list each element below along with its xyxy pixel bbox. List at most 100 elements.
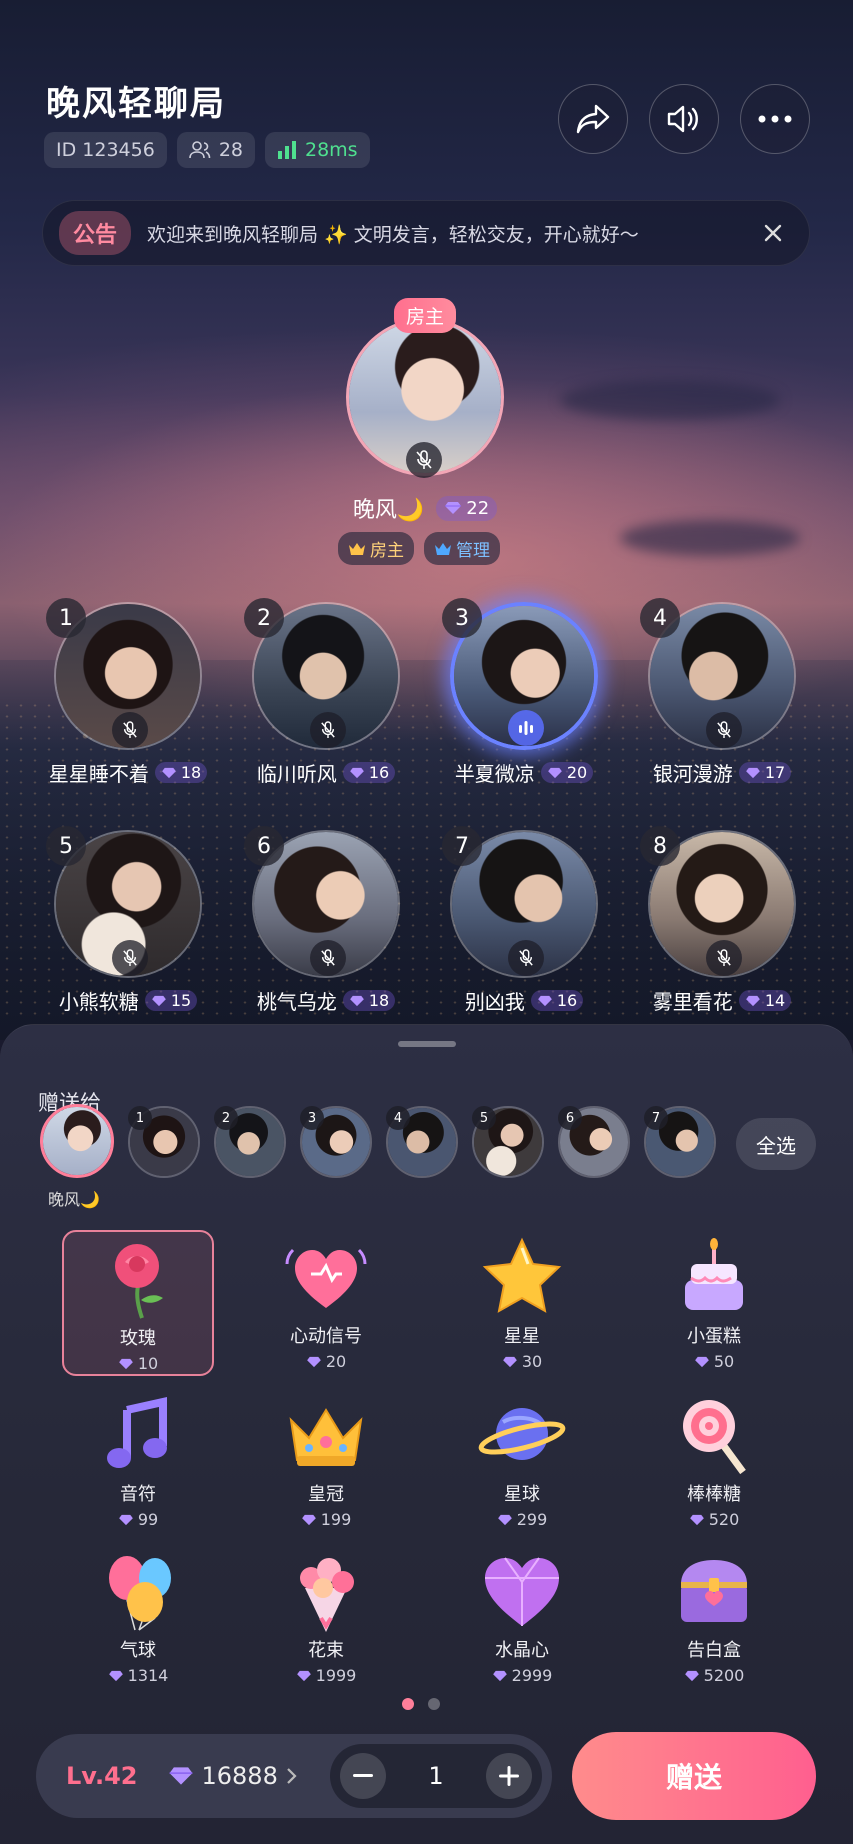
gift-confession-box[interactable]: 告白盒 5200 xyxy=(638,1544,790,1690)
gift-price: 1999 xyxy=(296,1666,356,1685)
gem-icon xyxy=(537,995,552,1006)
receiver-host-name: 晚风🌙 xyxy=(48,1190,100,1209)
more-button[interactable] xyxy=(740,84,810,154)
seat-number: 8 xyxy=(640,826,680,866)
gift-price: 299 xyxy=(497,1510,547,1529)
gift-crown[interactable]: 皇冠 199 xyxy=(250,1388,402,1534)
ping-value: 28ms xyxy=(305,139,358,161)
role-owner-label: 房主 xyxy=(370,541,404,561)
gem-icon xyxy=(306,1356,321,1367)
gem-icon xyxy=(151,995,166,1006)
sound-button[interactable] xyxy=(649,84,719,154)
seat-4[interactable]: 4 银河漫游 17 xyxy=(640,598,796,787)
gift-star[interactable]: 星星 30 xyxy=(446,1230,598,1376)
crown-icon xyxy=(349,542,365,555)
gift-price: 10 xyxy=(118,1354,158,1373)
seat-5[interactable]: 5 小熊软糖 15 xyxy=(46,826,202,1015)
host-gem-count: 22 xyxy=(436,495,498,521)
gift-price-value: 99 xyxy=(137,1510,159,1529)
crystal-heart-icon xyxy=(485,1557,559,1626)
decrement-button[interactable] xyxy=(340,1753,386,1799)
plus-icon xyxy=(499,1766,519,1786)
notice-close-button[interactable] xyxy=(753,213,793,253)
gem-icon xyxy=(502,1356,517,1367)
seat-gems: 18 xyxy=(180,763,202,782)
seat-name: 别凶我 xyxy=(464,990,525,1014)
gem-icon xyxy=(745,995,760,1006)
send-gift-button[interactable]: 赠送 xyxy=(572,1732,816,1820)
seat-8[interactable]: 8 雾里看花 14 xyxy=(640,826,796,1015)
gift-crystal-heart[interactable]: 水晶心 2999 xyxy=(446,1544,598,1690)
gift-name: 告白盒 xyxy=(687,1640,741,1661)
gift-price-value: 10 xyxy=(137,1354,159,1373)
gift-name: 皇冠 xyxy=(308,1484,344,1505)
gift-name: 星球 xyxy=(504,1484,540,1505)
seat-name: 半夏微凉 xyxy=(454,762,535,786)
chevron-right-icon xyxy=(287,1768,297,1784)
gem-icon xyxy=(694,1356,709,1367)
gift-price-value: 2999 xyxy=(511,1666,553,1685)
quantity-value: 1 xyxy=(428,1762,444,1790)
host-seat[interactable]: 房主 xyxy=(346,298,504,478)
planet-icon xyxy=(478,1408,566,1460)
gift-cake[interactable]: 小蛋糕 50 xyxy=(638,1230,790,1376)
gem-icon xyxy=(296,1670,311,1681)
seat-label: 桃气乌龙 18 xyxy=(252,986,400,1015)
balance-link[interactable]: 16888 xyxy=(168,1762,298,1790)
speaker-icon xyxy=(667,105,698,133)
gem-icon xyxy=(497,1514,512,1525)
page-dot-active[interactable] xyxy=(402,1698,414,1710)
gift-balloon[interactable]: 气球 1314 xyxy=(62,1544,214,1690)
gift-price: 5200 xyxy=(684,1666,744,1685)
seat-label: 半夏微凉 20 xyxy=(450,758,598,787)
sheet-drag-handle[interactable] xyxy=(398,1041,456,1047)
mic-active-icon xyxy=(508,710,544,746)
seat-3[interactable]: 3 半夏微凉 20 xyxy=(442,598,598,787)
gift-music-note[interactable]: 音符 99 xyxy=(62,1388,214,1534)
seat-6[interactable]: 6 桃气乌龙 18 xyxy=(244,826,400,1015)
seat-1[interactable]: 1 星星睡不着 18 xyxy=(46,598,208,787)
seat-number: 5 xyxy=(46,826,86,866)
role-admin-label: 管理 xyxy=(456,541,490,561)
seat-7[interactable]: 7 别凶我 16 xyxy=(442,826,598,1015)
share-button[interactable] xyxy=(558,84,628,154)
seat-name: 桃气乌龙 xyxy=(256,990,337,1014)
page-dot[interactable] xyxy=(428,1698,440,1710)
gift-page-indicator xyxy=(402,1698,440,1710)
host-badge: 房主 xyxy=(394,298,457,333)
gift-name: 玫瑰 xyxy=(120,1328,156,1349)
online-count-chip[interactable]: 28 xyxy=(176,132,255,168)
seat-label: 别凶我 16 xyxy=(450,986,598,1015)
gift-name: 音符 xyxy=(120,1484,156,1505)
seat-gems: 16 xyxy=(368,763,390,782)
mic-off-icon xyxy=(310,712,346,748)
increment-button[interactable] xyxy=(486,1753,532,1799)
cloud xyxy=(620,520,800,556)
gift-price: 20 xyxy=(306,1352,346,1371)
gift-rose[interactable]: 玫瑰 10 xyxy=(62,1230,214,1376)
gem-icon xyxy=(118,1358,133,1369)
gift-bouquet[interactable]: 花束 1999 xyxy=(250,1544,402,1690)
host-roles: 房主 管理 xyxy=(338,532,500,565)
gem-icon xyxy=(684,1670,699,1681)
gem-icon xyxy=(349,767,364,778)
receiver-number: 5 xyxy=(472,1106,496,1130)
cake-icon xyxy=(685,1238,743,1310)
select-all-button[interactable]: 全选 xyxy=(736,1118,816,1170)
host-name: 晚风🌙 xyxy=(352,498,425,523)
seat-gems: 17 xyxy=(764,763,786,782)
seat-gem-count: 16 xyxy=(342,762,396,783)
gift-heartbeat[interactable]: 心动信号 20 xyxy=(250,1230,402,1376)
gift-price: 2999 xyxy=(492,1666,553,1685)
gift-lollipop[interactable]: 棒棒糖 520 xyxy=(638,1388,790,1534)
gem-icon xyxy=(161,767,176,778)
gift-planet[interactable]: 星球 299 xyxy=(446,1388,598,1534)
seat-number: 1 xyxy=(46,598,86,638)
seat-number: 3 xyxy=(442,598,482,638)
seat-gems: 16 xyxy=(556,991,578,1010)
receiver-host[interactable] xyxy=(40,1104,114,1178)
seat-number: 7 xyxy=(442,826,482,866)
seat-2[interactable]: 2 临川听风 16 xyxy=(244,598,400,787)
notice-bar: 公告 欢迎来到晚风轻聊局 ✨ 文明发言，轻松交友，开心就好～ xyxy=(42,200,810,266)
quantity-stepper: 1 xyxy=(330,1744,542,1808)
